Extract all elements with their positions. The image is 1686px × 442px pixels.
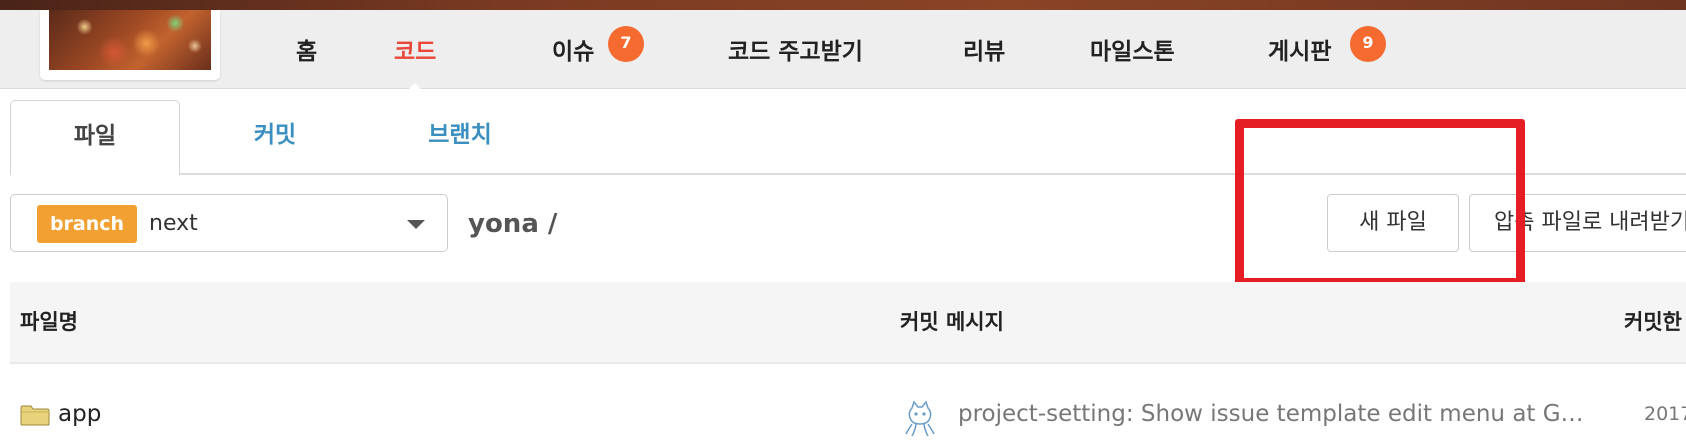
repo-path-breadcrumb[interactable]: yona /	[468, 204, 557, 244]
nav-item-pull-requests[interactable]: 코드 주고받기	[728, 32, 863, 72]
folder-icon	[20, 405, 50, 426]
nav-item-label: 이슈	[552, 39, 595, 65]
nav-item-home[interactable]: 홈	[296, 32, 317, 72]
commit-message-link[interactable]: project-setting: Show issue template edi…	[958, 394, 1618, 434]
project-avatar[interactable]	[49, 10, 211, 70]
tab-branches[interactable]: 브랜치	[380, 100, 540, 173]
nav-item-label: 홈	[296, 39, 318, 65]
tab-commits[interactable]: 커밋	[200, 100, 350, 173]
tab-label: 브랜치	[428, 122, 492, 148]
file-name-link[interactable]: app	[58, 394, 101, 434]
table-row: app project-setting: Show issue template…	[10, 364, 1686, 442]
project-navbar: 홈 코드 이슈 7 코드 주고받기 리뷰 마일스톤 게시판 9	[0, 10, 1686, 92]
issues-count-badge: 7	[608, 26, 644, 62]
file-table-header: 파일명 커밋 메시지 커밋한	[10, 282, 1686, 364]
commit-date: 2017	[1644, 403, 1686, 425]
tab-label: 파일	[73, 123, 117, 149]
board-count-badge: 9	[1350, 26, 1386, 62]
nav-item-label: 리뷰	[963, 39, 1006, 65]
column-header-committer: 커밋한	[1624, 310, 1682, 334]
nav-item-label: 코드	[394, 39, 437, 65]
nav-item-label: 게시판	[1268, 39, 1332, 65]
nav-item-label: 마일스톤	[1090, 39, 1175, 65]
tab-files[interactable]: 파일	[10, 100, 180, 176]
header-banner-strip	[0, 0, 1686, 10]
nav-item-label: 코드 주고받기	[728, 39, 863, 65]
code-tabs: 파일 커밋 브랜치	[10, 100, 1686, 176]
active-nav-caret	[406, 83, 425, 92]
column-header-commit-message: 커밋 메시지	[900, 310, 1004, 334]
committer-avatar-icon[interactable]	[900, 398, 940, 438]
branch-value: next	[149, 211, 198, 236]
tab-label: 커밋	[253, 122, 297, 148]
column-header-filename: 파일명	[20, 310, 78, 334]
project-avatar-card[interactable]	[40, 10, 220, 80]
chevron-down-icon	[407, 220, 425, 229]
nav-item-board[interactable]: 게시판 9	[1268, 26, 1386, 72]
branch-label-badge: branch	[37, 205, 137, 243]
new-file-button[interactable]: 새 파일	[1327, 194, 1459, 252]
nav-item-issues[interactable]: 이슈 7	[552, 26, 644, 72]
download-zip-button[interactable]: 압축 파일로 내려받기	[1469, 194, 1686, 252]
nav-item-review[interactable]: 리뷰	[963, 32, 1005, 72]
nav-item-milestones[interactable]: 마일스톤	[1090, 32, 1175, 72]
branch-select[interactable]: branch next	[10, 194, 448, 252]
nav-item-code[interactable]: 코드	[394, 32, 437, 92]
